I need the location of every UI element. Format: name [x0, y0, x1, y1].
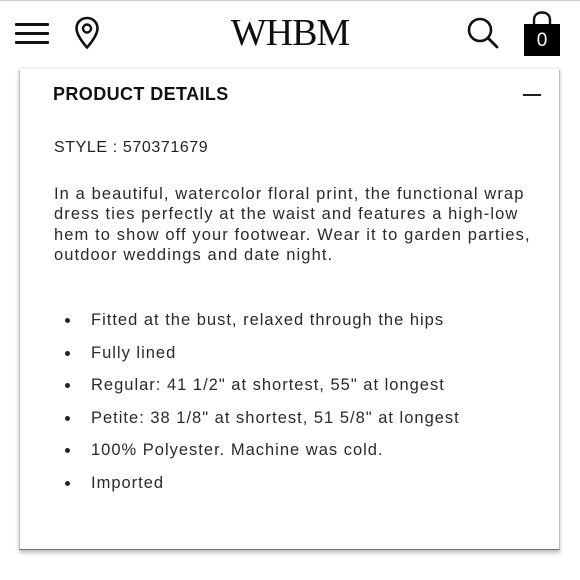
- bullet-dot: [65, 318, 70, 323]
- feature-text: Fully lined: [91, 343, 177, 362]
- list-item: 100% Polyester. Machine was cold.: [54, 440, 534, 473]
- list-item: Petite: 38 1/8" at shortest, 51 5/8" at …: [54, 408, 534, 441]
- bullet-dot: [65, 480, 70, 486]
- product-description: In a beautiful, watercolor floral print,…: [54, 185, 531, 265]
- feature-text: Regular: 41 1/2" at shortest, 55" at lon…: [91, 376, 445, 395]
- list-item: Fitted at the bust, relaxed through the …: [54, 310, 534, 343]
- feature-text: Imported: [91, 473, 165, 492]
- search-icon[interactable]: [466, 16, 500, 50]
- site-header: WHBM 0: [0, 1, 580, 67]
- feature-text: 100% Polyester. Machine was cold.: [91, 441, 384, 460]
- list-item: Fully lined: [54, 343, 534, 376]
- bullet-dot: [65, 448, 70, 454]
- shopping-bag-button[interactable]: 0: [523, 11, 561, 57]
- feature-text: Petite: 38 1/8" at shortest, 51 5/8" at …: [91, 408, 460, 427]
- style-number: STYLE : 570371679: [54, 139, 209, 156]
- product-details-panel: PRODUCT DETAILS STYLE : 570371679 In a b…: [19, 67, 560, 550]
- bag-count-badge: 0: [536, 30, 548, 51]
- product-details-heading[interactable]: PRODUCT DETAILS: [53, 84, 229, 105]
- list-item: Imported: [54, 473, 534, 506]
- bullet-dot: [65, 383, 70, 389]
- panel-top-shadow: [19, 67, 560, 70]
- product-features-list: Fitted at the bust, relaxed through the …: [54, 310, 534, 506]
- feature-text: Fitted at the bust, relaxed through the …: [91, 311, 445, 329]
- bullet-dot: [65, 415, 70, 421]
- bullet-dot: [65, 350, 70, 356]
- list-item: Regular: 41 1/2" at shortest, 55" at lon…: [54, 375, 534, 408]
- collapse-minus-icon[interactable]: [523, 94, 541, 96]
